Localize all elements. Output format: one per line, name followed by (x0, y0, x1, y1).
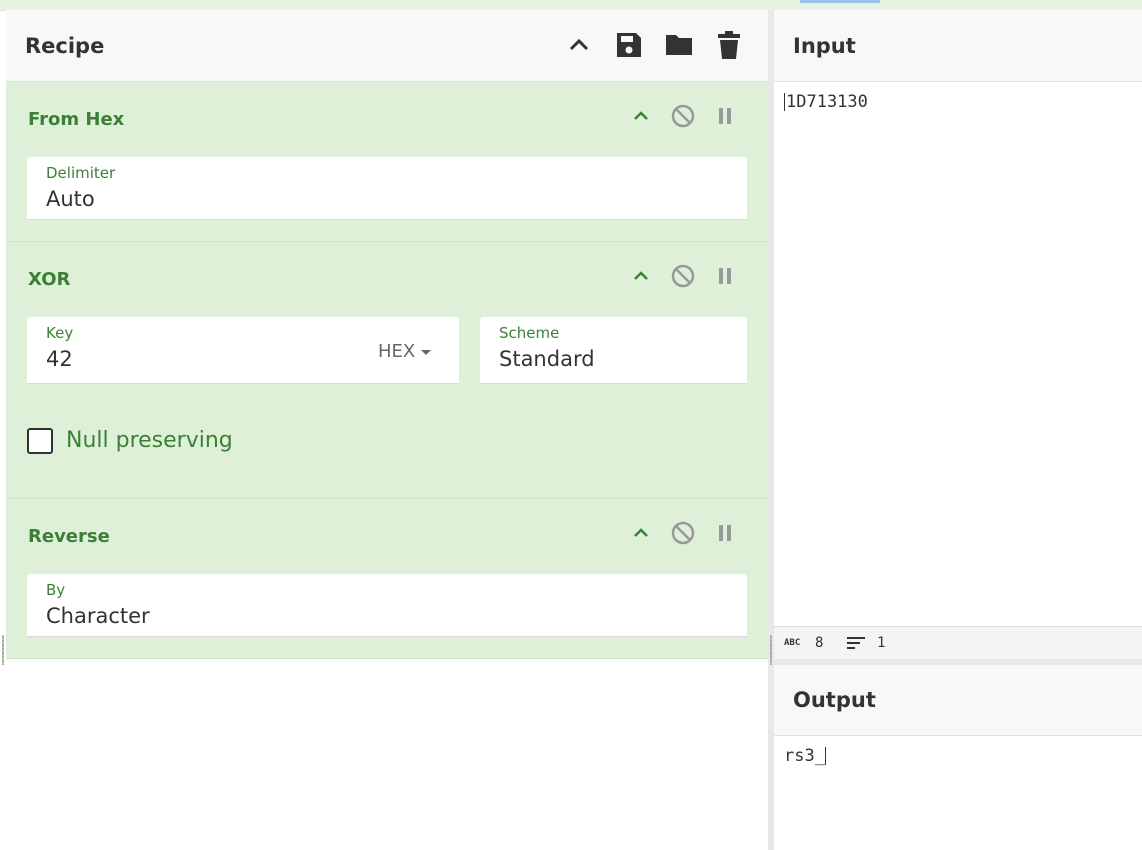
key-type-dropdown[interactable]: HEX (378, 341, 432, 362)
trash-icon[interactable] (714, 30, 744, 60)
text-cursor (824, 747, 826, 765)
input-textarea[interactable]: 1D713130 (784, 92, 868, 112)
field-label: Scheme (499, 324, 560, 342)
by-field[interactable]: By Character (27, 574, 747, 637)
folder-icon[interactable] (664, 30, 694, 60)
null-preserving-checkbox[interactable] (27, 428, 53, 454)
operation-xor[interactable]: XOR Key 42 HEX Scheme Standard Null pres… (6, 242, 768, 499)
pause-icon[interactable] (712, 263, 738, 289)
output-header: Output (774, 665, 1142, 736)
char-count: 8 (815, 635, 824, 651)
delimiter-field[interactable]: Delimiter Auto (27, 157, 747, 220)
io-pane: Input 1D713130 ABC 8 1 Output rs3_ (774, 10, 1142, 850)
field-label: Delimiter (46, 164, 116, 182)
operation-title: Reverse (28, 526, 110, 547)
disable-icon[interactable] (670, 263, 696, 289)
top-strip-link-fragment (800, 0, 880, 3)
key-field[interactable]: Key 42 HEX (27, 317, 459, 384)
chevron-up-icon[interactable] (628, 103, 654, 129)
input-text: 1D713130 (786, 92, 868, 112)
field-value: 42 (46, 347, 73, 371)
field-value: Character (46, 604, 150, 628)
line-count: 1 (877, 635, 886, 651)
disable-icon[interactable] (670, 520, 696, 546)
recipe-header: Recipe (6, 10, 768, 82)
chevron-up-icon[interactable] (628, 520, 654, 546)
operation-title: XOR (28, 269, 71, 290)
operation-from-hex[interactable]: From Hex Delimiter Auto (6, 82, 768, 242)
field-value: Auto (46, 187, 95, 211)
text-cursor (784, 93, 785, 111)
field-label: Key (46, 324, 74, 342)
output-text: rs3_ (784, 746, 825, 766)
chevron-up-icon[interactable] (564, 30, 594, 60)
field-value: Standard (499, 347, 595, 371)
null-preserving-label[interactable]: Null preserving (66, 428, 233, 453)
disable-icon[interactable] (670, 103, 696, 129)
pause-icon[interactable] (712, 520, 738, 546)
lines-icon (847, 635, 865, 655)
dropdown-value: HEX (378, 341, 416, 362)
operation-title: From Hex (28, 109, 125, 130)
input-header: Input (774, 10, 1142, 82)
pause-icon[interactable] (712, 103, 738, 129)
input-title: Input (793, 34, 856, 58)
recipe-pane: Recipe From Hex Delimiter Auto XOR Key 4… (6, 10, 768, 850)
resize-grip-icon[interactable] (2, 635, 4, 665)
resize-grip-icon[interactable] (770, 635, 772, 665)
operation-reverse[interactable]: Reverse By Character (6, 499, 768, 659)
save-icon[interactable] (614, 30, 644, 60)
scheme-field[interactable]: Scheme Standard (480, 317, 747, 384)
caret-down-icon (421, 349, 432, 355)
output-title: Output (793, 688, 876, 712)
output-textarea[interactable]: rs3_ (784, 746, 827, 766)
text-length-icon: ABC (784, 638, 801, 648)
input-status-bar: ABC 8 1 (774, 626, 1142, 660)
chevron-up-icon[interactable] (628, 263, 654, 289)
recipe-title: Recipe (25, 34, 105, 58)
field-label: By (46, 581, 66, 599)
